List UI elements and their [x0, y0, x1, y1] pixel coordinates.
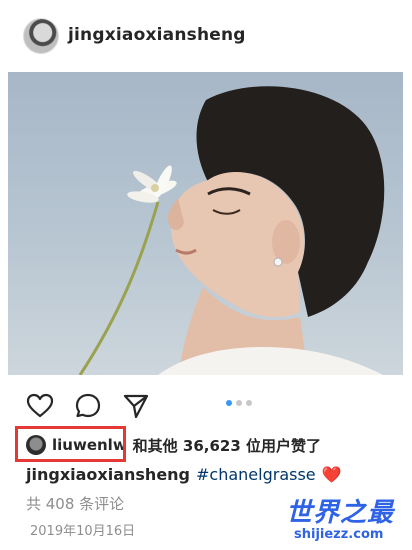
caption-username[interactable]: jingxiaoxiansheng — [26, 465, 190, 484]
heart-icon[interactable] — [26, 392, 54, 420]
watermark-title: 世界之最 — [286, 498, 395, 528]
carousel-indicator — [226, 400, 266, 408]
portrait-illustration — [78, 86, 385, 375]
action-bar — [0, 386, 412, 426]
share-icon[interactable] — [122, 392, 150, 420]
watermark-domain: shijiezz.com — [294, 527, 384, 542]
post-username[interactable]: jingxiaoxiansheng — [68, 25, 246, 45]
comment-icon[interactable] — [74, 392, 102, 420]
carousel-dot — [246, 400, 252, 406]
carousel-dot-active — [226, 400, 232, 406]
profile-avatar[interactable] — [23, 18, 59, 54]
heart-emoji-icon: ❤️ — [321, 465, 342, 484]
likes-count-text[interactable]: 和其他 36,623 位用户赞了 — [133, 435, 321, 456]
caption-hashtag[interactable]: #chanelgrasse — [196, 465, 316, 484]
post-photo[interactable] — [8, 72, 403, 375]
carousel-dot — [236, 400, 242, 406]
post-date: 2019年10月16日 — [30, 524, 136, 539]
view-comments-link[interactable]: 共 408 条评论 — [26, 493, 124, 514]
highlight-box — [15, 426, 126, 462]
watermark-logo: 世界之最 shijiezz.com — [286, 492, 406, 546]
post-header: jingxiaoxiansheng — [0, 0, 412, 72]
caption-line: jingxiaoxiansheng #chanelgrasse ❤️ — [26, 465, 342, 484]
